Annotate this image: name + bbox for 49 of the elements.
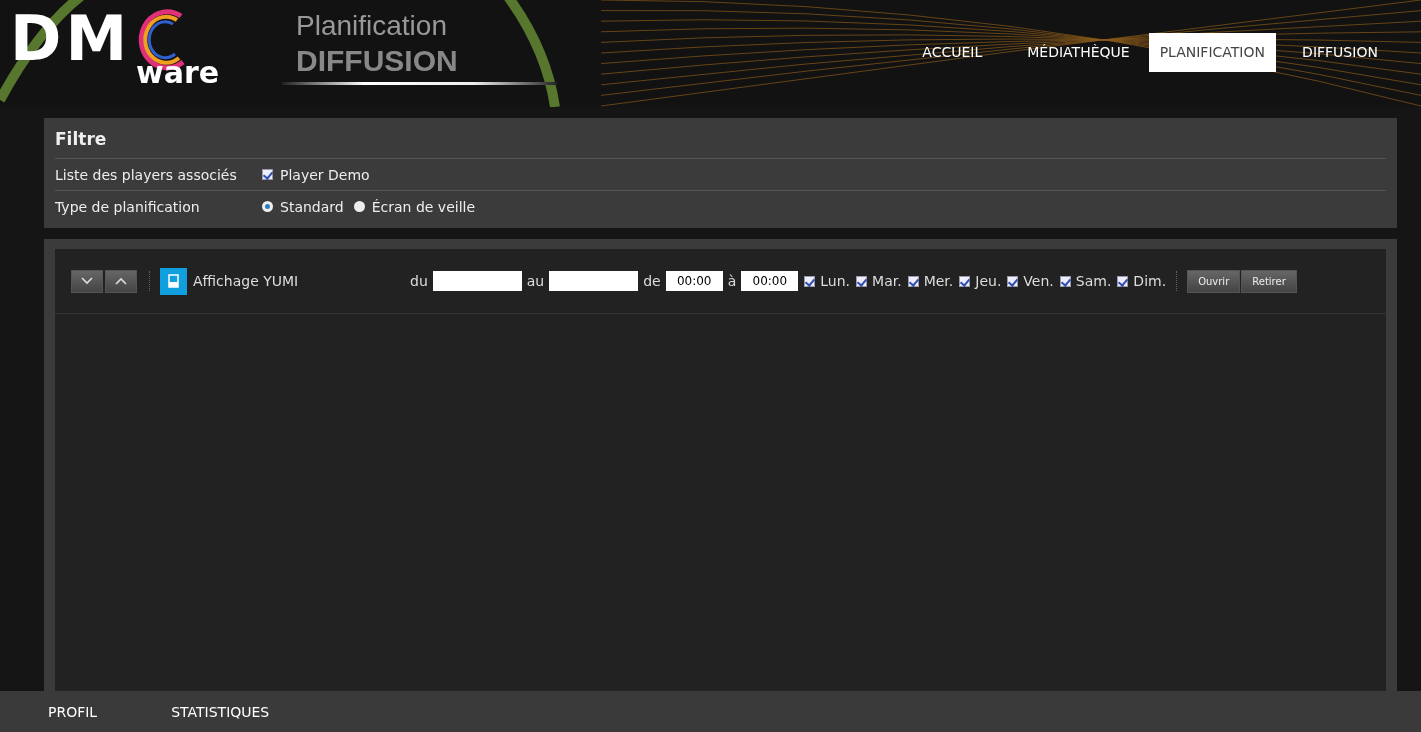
day-label: Mer.	[923, 273, 954, 289]
time-field[interactable]: 00:00	[665, 271, 723, 291]
checkbox[interactable]	[907, 275, 919, 287]
field-label: du	[410, 273, 428, 289]
checkbox[interactable]	[262, 169, 273, 180]
checkbox[interactable]	[1059, 275, 1071, 287]
field-label: Type de planification	[55, 198, 201, 215]
action-button[interactable]: Ouvrir	[1187, 269, 1241, 293]
footer-link[interactable]: PROFIL	[48, 703, 98, 720]
chevron-up-icon	[115, 277, 127, 285]
field-label: à	[727, 273, 737, 289]
radio-label: Écran de veille	[371, 198, 476, 215]
radio-label: Standard	[280, 198, 344, 215]
date-field[interactable]	[549, 271, 639, 291]
day-label: Dim.	[1133, 273, 1167, 289]
schedule-name: Affichage YUMI	[193, 273, 300, 289]
move-down-button[interactable]	[71, 269, 103, 293]
field-label: de	[643, 273, 661, 289]
nav-tab[interactable]: ACCUEIL	[896, 33, 1009, 72]
day-label: Ven.	[1023, 273, 1054, 289]
banner-subtitle: DIFFUSION	[296, 44, 459, 78]
logo-subtext: ware	[136, 58, 221, 88]
checkbox[interactable]	[959, 275, 971, 287]
move-up-button[interactable]	[105, 269, 137, 293]
date-field[interactable]	[432, 271, 522, 291]
panel-title: Filtre	[55, 118, 1386, 159]
radio-button[interactable]	[353, 201, 365, 212]
checkbox[interactable]	[804, 275, 816, 287]
checkbox[interactable]	[856, 275, 868, 287]
footer-link[interactable]: STATISTIQUES	[171, 703, 270, 720]
chevron-down-icon	[81, 277, 93, 285]
day-label: Mar.	[872, 273, 902, 289]
nav-tab[interactable]: DIFFUSION	[1284, 33, 1396, 72]
checkbox[interactable]	[1007, 275, 1019, 287]
nav-tab[interactable]: PLANIFICATION	[1148, 33, 1276, 72]
field-label: au	[526, 273, 545, 289]
action-button[interactable]: Retirer	[1241, 269, 1297, 293]
banner-title: Planification	[296, 10, 448, 42]
field-label: Liste des players associés	[55, 166, 238, 183]
checkbox[interactable]	[1117, 275, 1129, 287]
logo-text: DM	[10, 6, 132, 72]
nav-tab[interactable]: MÉDIATHÈQUE	[1016, 33, 1141, 72]
day-label: Jeu.	[975, 273, 1002, 289]
time-field[interactable]: 00:00	[741, 271, 799, 291]
document-icon	[160, 267, 187, 295]
checkbox-label: Player Demo	[280, 166, 370, 183]
day-label: Lun.	[820, 273, 851, 289]
radio-button[interactable]	[262, 201, 273, 212]
day-label: Sam.	[1075, 273, 1112, 289]
